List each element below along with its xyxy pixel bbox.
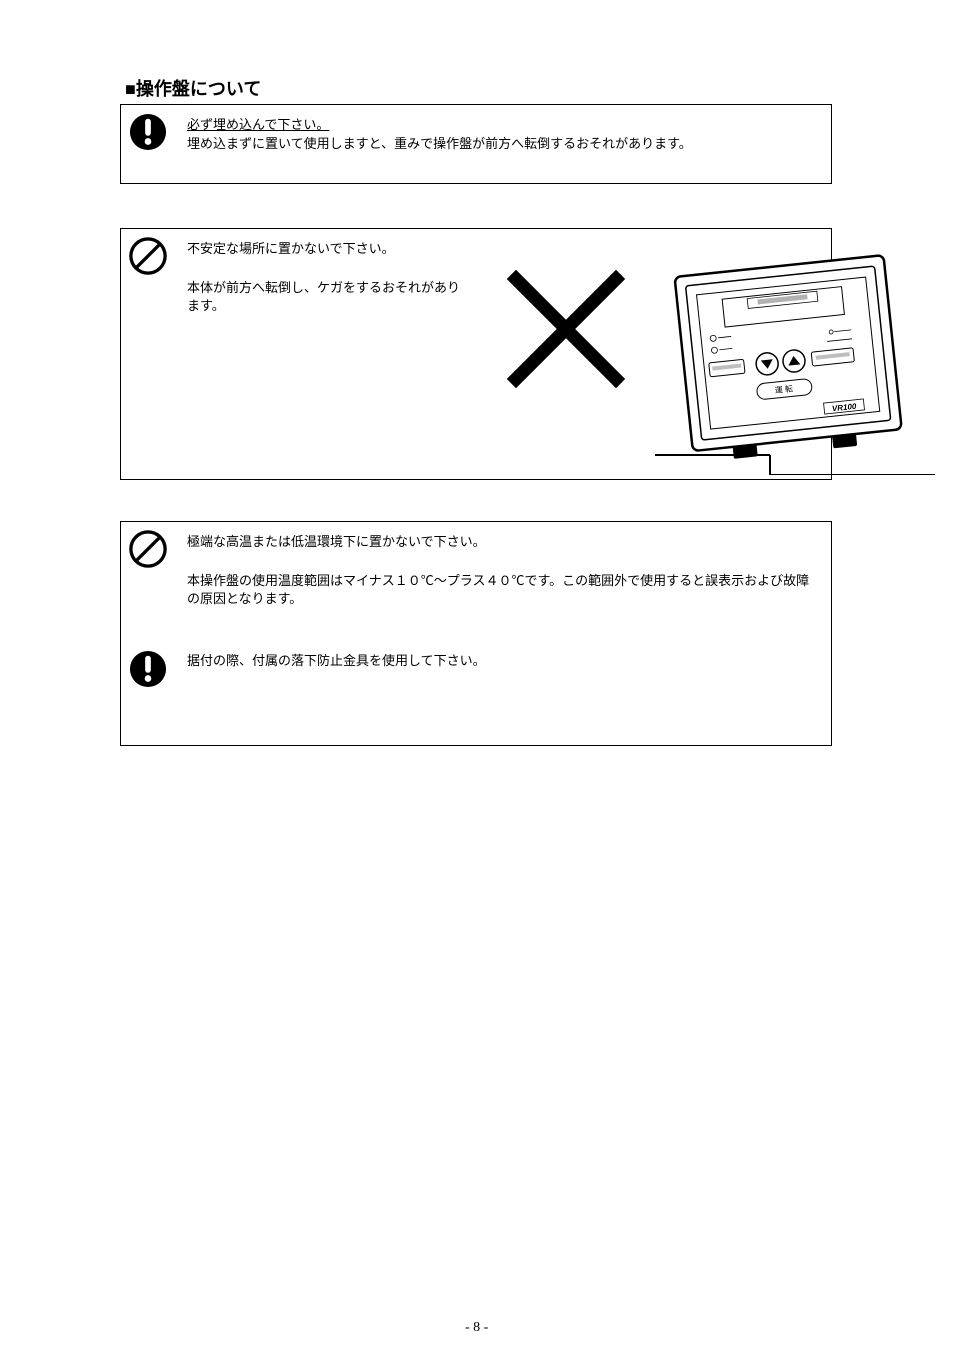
- caution-text-unstable-1: 不安定な場所に置かないで下さい。: [187, 240, 467, 258]
- caution-text-bracket: 据付の際、付属の落下防止金具を使用して下さい。: [187, 652, 817, 670]
- section-title: ■操作盤について: [125, 75, 261, 101]
- caution-text-temp-1: 極端な高温または低温環境下に置かないで下さい。: [187, 533, 817, 551]
- caution-text-embed-1: 必ず埋め込んで下さい。: [187, 116, 817, 134]
- caution-text-unstable-2: 本体が前方へ転倒し、ケガをするおそれがあります。: [187, 279, 467, 315]
- mandatory-action-icon: [129, 113, 167, 151]
- caution-text-temp-2: 本操作盤の使用温度範囲はマイナス１０℃～プラス４０℃です。この範囲外で使用すると…: [187, 572, 817, 608]
- page-number: - 8 -: [465, 1320, 488, 1336]
- prohibit-icon: [129, 237, 167, 275]
- caution-box-embed: 必ず埋め込んで下さい。 埋め込まずに置いて使用しますと、重みで操作盤が前方へ転倒…: [120, 104, 832, 184]
- mandatory-action-icon: [129, 650, 167, 688]
- caution-text-embed-2: 埋め込まずに置いて使用しますと、重みで操作盤が前方へ転倒するおそれがあります。: [187, 135, 817, 153]
- caution-box-temperature: 極端な高温または低温環境下に置かないで下さい。 本操作盤の使用温度範囲はマイナス…: [120, 521, 832, 746]
- svg-text:運 転: 運 転: [774, 384, 793, 395]
- cross-mark-icon: [501, 264, 631, 394]
- device-tilting-illustration: 運 転 VR100: [655, 251, 935, 475]
- caution-box-unstable: 不安定な場所に置かないで下さい。 本体が前方へ転倒し、ケガをするおそれがあります…: [120, 228, 832, 480]
- prohibit-icon: [129, 530, 167, 568]
